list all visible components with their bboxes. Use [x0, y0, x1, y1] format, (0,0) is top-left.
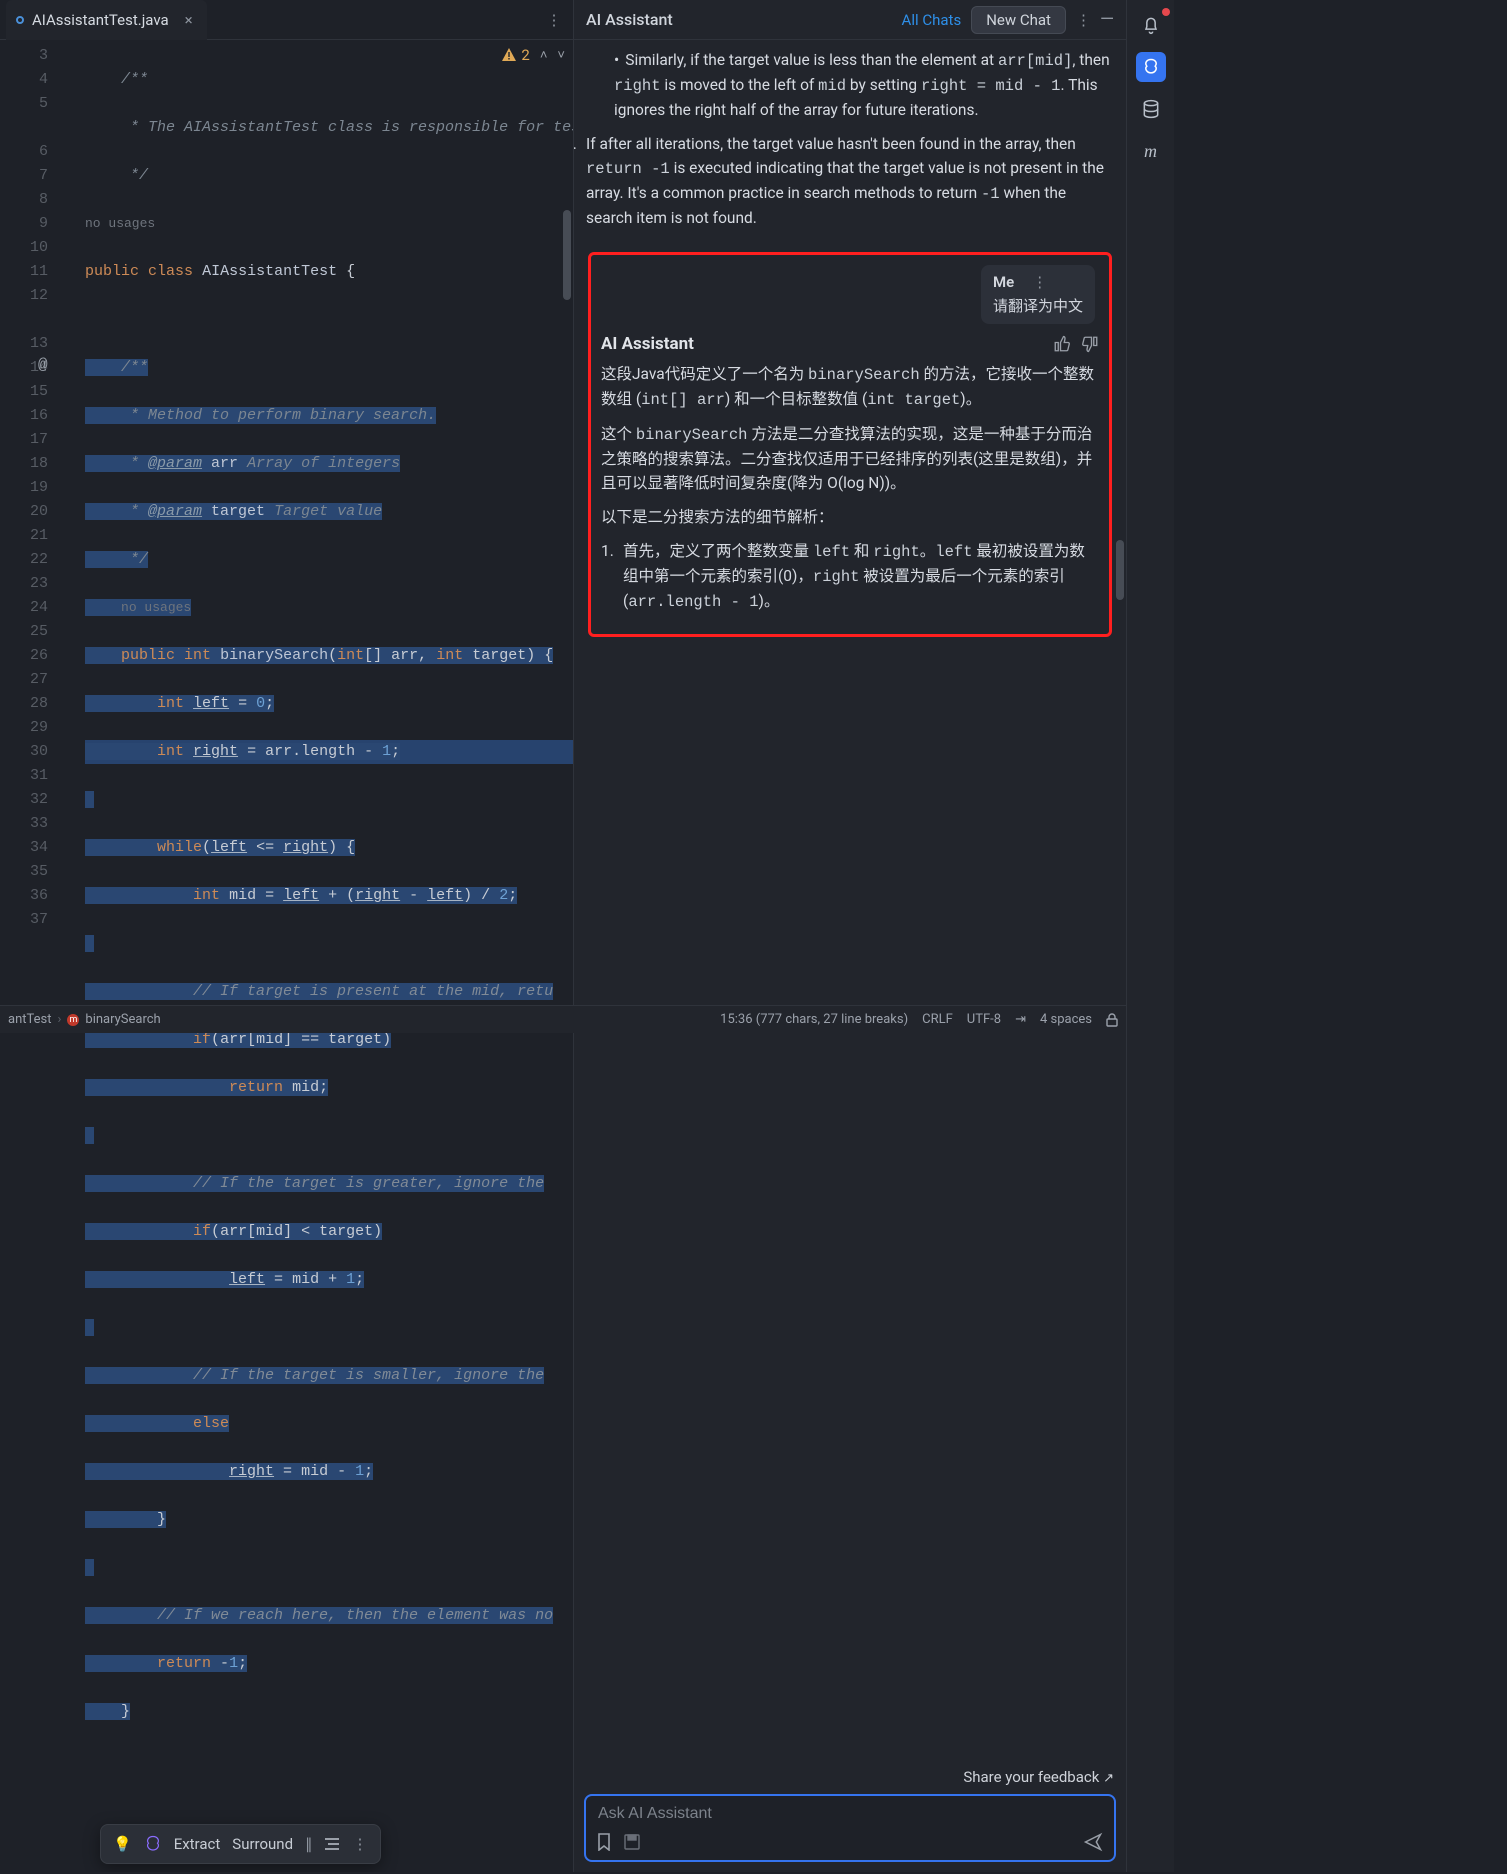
thumbs-up-icon[interactable] [1053, 335, 1071, 353]
external-arrow-icon: ↗ [1103, 1771, 1114, 1786]
user-message: Me ⋮ 请翻译为中文 [981, 265, 1095, 324]
code-editor[interactable]: 345 6789101112 1314151617181920212223242… [0, 40, 573, 1872]
bookmark-icon[interactable] [596, 1833, 612, 1851]
assistant-label: AI Assistant [601, 334, 694, 354]
highlighted-region: Me ⋮ 请翻译为中文 AI Assistant [588, 252, 1112, 637]
breadcrumb-class[interactable]: antTest [8, 1012, 52, 1027]
user-msg-more-icon[interactable]: ⋮ [1032, 273, 1047, 291]
send-icon[interactable] [1082, 1832, 1104, 1852]
chat-input[interactable] [596, 1804, 1104, 1824]
indent-setting[interactable]: 4 spaces [1040, 1012, 1092, 1027]
file-tab-label: AIAssistantTest.java [32, 11, 169, 29]
chat-message: •Similarly, if the target value is less … [586, 48, 1114, 240]
editor-scrollbar-thumb[interactable] [563, 210, 571, 300]
chat-scrollbar-thumb[interactable] [1116, 540, 1124, 600]
chat-title: AI Assistant [586, 10, 673, 29]
readonly-lock-icon[interactable] [1106, 1013, 1118, 1027]
feedback-link[interactable]: Share your feedback ↗ [574, 1762, 1126, 1794]
encoding[interactable]: UTF-8 [967, 1012, 1001, 1027]
chat-header: AI Assistant All Chats New Chat ⋮ — [574, 0, 1126, 40]
gutter: 345 6789101112 1314151617181920212223242… [0, 40, 56, 1872]
ai-swirl-icon[interactable] [144, 1835, 162, 1853]
assistant-message: 这段Java代码定义了一个名为 binarySearch 的方法，它接收一个整数… [601, 362, 1099, 624]
new-chat-button[interactable]: New Chat [971, 6, 1066, 34]
java-icon [16, 16, 24, 24]
close-tab-icon[interactable]: × [185, 11, 193, 29]
thumbs-down-icon[interactable] [1081, 335, 1099, 353]
no-usages-hint[interactable]: no usages [121, 600, 191, 615]
chat-more-icon[interactable]: ⋮ [1076, 11, 1090, 29]
line-separator[interactable]: CRLF [922, 1012, 953, 1027]
toolbar-more-icon[interactable]: ⋮ [353, 1835, 368, 1853]
code-area[interactable]: /** * The AIAssistantTest class is respo… [81, 40, 573, 1872]
file-tab[interactable]: AIAssistantTest.java × [6, 0, 207, 40]
extract-button[interactable]: Extract [174, 1835, 221, 1853]
ai-tool-icon[interactable] [1136, 52, 1166, 82]
comment-icon[interactable]: ∥ [305, 1835, 313, 1853]
chat-minimize-icon[interactable]: — [1100, 9, 1114, 30]
notifications-icon[interactable] [1136, 10, 1166, 40]
method-icon: m [67, 1014, 79, 1026]
all-chats-link[interactable]: All Chats [902, 11, 962, 29]
editor-tabbar: AIAssistantTest.java × ⋮ [0, 0, 573, 40]
right-rail: m [1126, 0, 1174, 1872]
no-usages-hint[interactable]: no usages [85, 216, 155, 231]
chat-body: •Similarly, if the target value is less … [574, 40, 1126, 1762]
user-text: 请翻译为中文 [993, 295, 1083, 316]
breadcrumb-method[interactable]: binarySearch [85, 1012, 160, 1027]
user-label: Me [993, 273, 1014, 291]
save-disk-icon[interactable] [624, 1834, 640, 1850]
caret-position[interactable]: 15:36 (777 chars, 27 line breaks) [720, 1012, 908, 1027]
chat-input-area [584, 1794, 1116, 1862]
database-tool-icon[interactable] [1136, 94, 1166, 124]
intention-bulb-icon[interactable]: 💡 [113, 1835, 132, 1853]
indent-icon: ⇥ [1015, 1012, 1026, 1027]
notification-badge [1162, 8, 1170, 16]
breadcrumb[interactable]: antTest › m binarySearch [8, 1012, 161, 1027]
maven-tool-icon[interactable]: m [1136, 136, 1166, 166]
tab-more-icon[interactable]: ⋮ [545, 11, 563, 29]
status-bar: antTest › m binarySearch 15:36 (777 char… [0, 1005, 1126, 1033]
at-gutter-icon[interactable]: @ [38, 353, 48, 379]
floating-toolbar: 💡 Extract Surround ∥ ⋮ [100, 1824, 381, 1864]
surround-button[interactable]: Surround [232, 1835, 293, 1853]
reformat-icon[interactable] [325, 1837, 341, 1851]
